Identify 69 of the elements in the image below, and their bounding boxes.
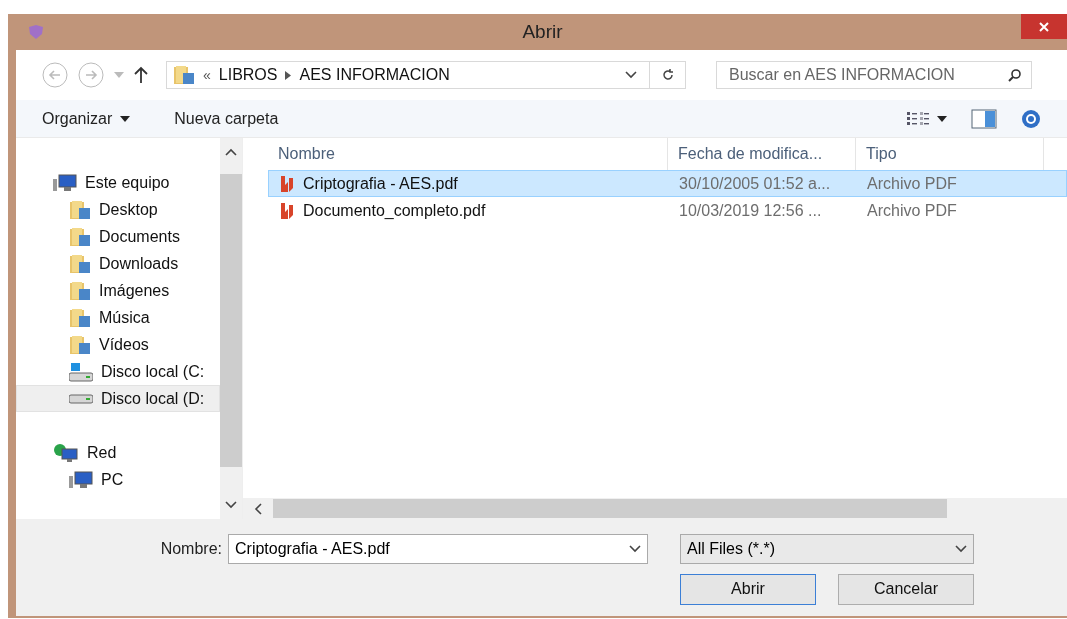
folder-icon bbox=[69, 307, 91, 328]
nav-item[interactable]: Este equipo bbox=[16, 169, 220, 196]
nav-item[interactable]: Disco local (D: bbox=[16, 385, 220, 412]
chevron-down-icon bbox=[629, 545, 641, 553]
breadcrumb[interactable]: AES INFORMACION bbox=[299, 66, 450, 84]
window-title: Abrir bbox=[521, 21, 564, 43]
nav-item[interactable]: Desktop bbox=[16, 196, 220, 223]
computer-icon bbox=[69, 470, 93, 489]
breadcrumb-separator-icon bbox=[285, 70, 292, 80]
close-button[interactable] bbox=[1021, 14, 1067, 39]
overflow-chevron[interactable]: « bbox=[203, 67, 211, 83]
breadcrumb[interactable]: LIBROS bbox=[218, 66, 278, 84]
scroll-up-icon bbox=[225, 148, 237, 156]
date-cell-text: 10/03/2019 12:56 ... bbox=[678, 201, 823, 220]
scroll-left-icon bbox=[254, 502, 262, 515]
open-button[interactable]: Abrir bbox=[680, 573, 816, 605]
folder-icon bbox=[69, 226, 91, 247]
drive-icon bbox=[69, 393, 93, 404]
folder-icon bbox=[69, 253, 91, 274]
system-drive-icon bbox=[69, 361, 93, 382]
search-field[interactable]: Buscar en AES INFORMACION bbox=[716, 61, 1032, 89]
chevron-down-icon bbox=[955, 545, 967, 553]
organize-menu[interactable]: Organizar bbox=[42, 109, 131, 128]
preview-pane-button[interactable] bbox=[971, 108, 997, 129]
folder-icon bbox=[173, 65, 195, 85]
folder-icon bbox=[69, 280, 91, 301]
search-icon bbox=[1008, 68, 1022, 82]
nav-item[interactable]: PC bbox=[16, 466, 220, 493]
file-row[interactable]: Criptografia - AES.pdf 30/10/2005 01:52 a... Archivo PDF bbox=[268, 170, 1067, 197]
type-cell-text: Archivo PDF bbox=[866, 201, 958, 220]
recent-dropdown[interactable] bbox=[114, 72, 124, 78]
type-cell-text: Archivo PDF bbox=[866, 174, 958, 193]
refresh-icon bbox=[660, 68, 675, 82]
up-button[interactable] bbox=[134, 66, 148, 84]
folder-icon bbox=[69, 334, 91, 355]
cancel-button[interactable]: Cancelar bbox=[838, 573, 974, 605]
network-icon bbox=[53, 442, 79, 463]
address-bar[interactable]: « LIBROS AES INFORMACION bbox=[166, 61, 686, 89]
file-name-cell: Criptografia - AES.pdf bbox=[269, 174, 669, 193]
file-row[interactable]: Documento_completo.pdf 10/03/2019 12:56 ... Archivo PDF bbox=[268, 197, 1067, 224]
caret-icon bbox=[120, 115, 131, 122]
forward-button[interactable] bbox=[78, 62, 104, 88]
new-folder-button[interactable]: Nueva carpeta bbox=[174, 109, 279, 128]
folder-icon bbox=[69, 199, 91, 220]
scroll-down-icon bbox=[225, 501, 237, 509]
caret-icon bbox=[937, 115, 947, 122]
file-name-label: Nombre: bbox=[160, 540, 223, 558]
close-icon bbox=[1038, 20, 1050, 33]
nav-item[interactable]: Documents bbox=[16, 223, 220, 250]
nav-item[interactable]: Disco local (C: bbox=[16, 358, 220, 385]
file-type-dropdown[interactable]: All Files (*.*) bbox=[680, 534, 974, 564]
view-menu[interactable] bbox=[907, 111, 947, 126]
nav-item[interactable]: Imágenes bbox=[16, 277, 220, 304]
vertical-scrollbar[interactable] bbox=[220, 138, 242, 519]
nav-item[interactable]: Downloads bbox=[16, 250, 220, 277]
nav-item[interactable]: Red bbox=[16, 439, 220, 466]
date-cell-text: 30/10/2005 01:52 a... bbox=[678, 174, 832, 193]
pdf-icon bbox=[279, 201, 295, 220]
horizontal-scrollbar[interactable] bbox=[243, 498, 1067, 519]
pdf-icon bbox=[279, 174, 295, 193]
computer-icon bbox=[53, 173, 77, 192]
shield-icon bbox=[28, 25, 44, 39]
nav-item[interactable]: Vídeos bbox=[16, 331, 220, 358]
chevron-down-icon bbox=[625, 71, 637, 79]
nav-item[interactable]: Música bbox=[16, 304, 220, 331]
file-name-field[interactable]: Criptografia - AES.pdf bbox=[228, 534, 648, 564]
back-button[interactable] bbox=[42, 62, 68, 88]
file-name-cell: Documento_completo.pdf bbox=[269, 201, 669, 220]
help-button[interactable] bbox=[1021, 108, 1041, 129]
